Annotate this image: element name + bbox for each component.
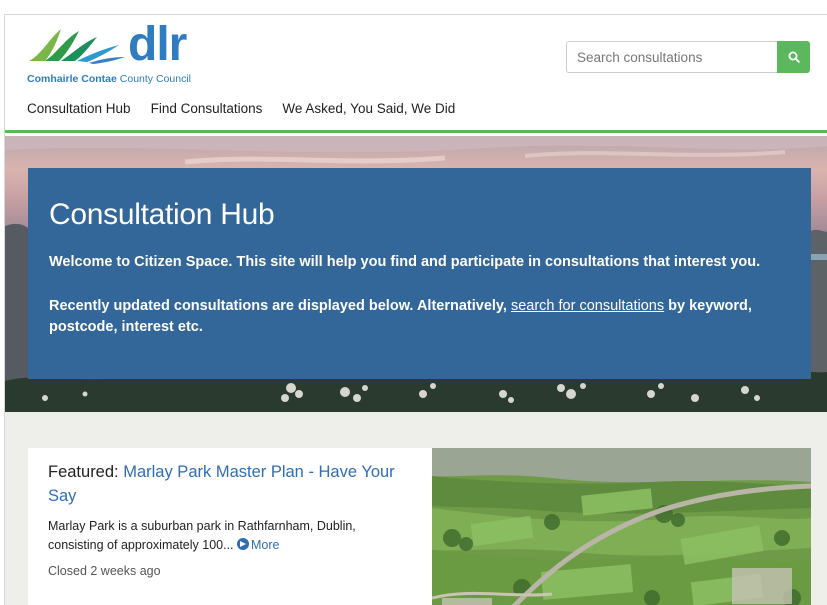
logo-wave-icon [29,29,125,64]
more-link-label: More [251,538,280,552]
featured-consultation-card: Featured: Marlay Park Master Plan - Have… [28,448,811,605]
featured-card-text: Featured: Marlay Park Master Plan - Have… [48,460,408,578]
page-frame: dlr Comhairle Contae County Council Cons… [4,14,827,605]
hero-recent-prefix: Recently updated consultations are displ… [49,298,511,314]
search-button[interactable] [777,41,810,73]
main-content: Featured: Marlay Park Master Plan - Have… [5,412,827,605]
hero-panel: Consultation Hub Welcome to Citizen Spac… [28,168,811,379]
chevron-circle-right-icon [237,538,250,550]
search-input[interactable] [566,41,777,73]
search-icon [788,51,800,63]
nav-item-we-asked-you-said[interactable]: We Asked, You Said, We Did [282,101,455,116]
featured-heading: Featured: Marlay Park Master Plan - Have… [48,460,408,508]
hero-intro-text: Welcome to Citizen Space. This site will… [49,254,761,270]
featured-image[interactable] [432,448,811,605]
featured-description-text: Marlay Park is a suburban park in Rathfa… [48,519,356,552]
logo-subtitle-irish: Comhairle Contae [27,73,117,85]
aerial-park-image [432,448,811,605]
site-header: dlr Comhairle Contae County Council Cons… [5,15,827,133]
nav-item-consultation-hub[interactable]: Consultation Hub [27,101,131,116]
nav-item-find-consultations[interactable]: Find Consultations [151,101,263,116]
logo-subtitle-english: County Council [116,73,191,85]
status-text: Closed 2 weeks ago [48,564,161,578]
featured-label: Featured: [48,463,124,481]
hero-banner: Consultation Hub Welcome to Citizen Spac… [5,136,827,412]
logo-wordmark: dlr [128,18,187,71]
dlr-logo[interactable]: dlr Comhairle Contae County Council [27,18,207,85]
featured-description: Marlay Park is a suburban park in Rathfa… [48,517,408,555]
search-consultations-link[interactable]: search for consultations [511,298,664,314]
search-form [566,41,810,73]
page-title: Consultation Hub [49,198,275,231]
logo-subtitle: Comhairle Contae County Council [27,73,191,85]
more-link[interactable]: More [237,538,280,552]
hero-recent-text: Recently updated consultations are displ… [49,296,789,338]
main-nav: Consultation Hub Find Consultations We A… [27,101,455,116]
